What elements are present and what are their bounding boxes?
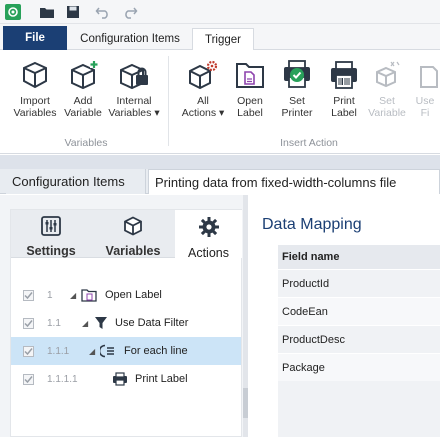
panel-tab-settings[interactable]: Settings xyxy=(11,210,91,258)
doc-tab-configuration-items[interactable]: Configuration Items xyxy=(6,169,146,194)
loop-lines-icon xyxy=(100,343,116,359)
field-row[interactable]: ProductDesc xyxy=(278,325,440,353)
row-number: 1.1.1 xyxy=(47,345,70,357)
printer-icon xyxy=(112,371,128,387)
set-variable-button[interactable]: Set Variable xyxy=(366,58,408,128)
all-actions-icon xyxy=(186,58,220,92)
row-enabled-checkbox[interactable] xyxy=(23,373,34,385)
open-label-label: Open Label xyxy=(237,95,263,119)
field-row[interactable]: Package xyxy=(278,353,440,381)
set-printer-icon xyxy=(280,58,314,92)
ribbon-tabs: File Configuration Items Trigger xyxy=(0,24,440,51)
panel-tab-settings-label: Settings xyxy=(26,244,76,258)
tab-configuration-items[interactable]: Configuration Items xyxy=(72,28,188,50)
use-file-icon xyxy=(410,58,440,92)
undo-icon[interactable] xyxy=(94,3,112,21)
redo-icon[interactable] xyxy=(121,3,139,21)
actions-panel-inner: Settings Variables Actions 1 ◢ Open Labe… xyxy=(10,209,242,437)
internal-variables-icon xyxy=(117,58,151,92)
ribbon: Import Variables Add Variable Internal V… xyxy=(0,50,440,154)
import-variables-icon xyxy=(18,58,52,92)
use-file-button[interactable]: Use Fi xyxy=(410,58,440,128)
tree-row-label: Print Label xyxy=(135,373,188,385)
actions-panel: Settings Variables Actions 1 ◢ Open Labe… xyxy=(0,195,248,437)
variables-group-label: Variables xyxy=(64,137,108,149)
add-variable-icon xyxy=(66,58,100,92)
row-number: 1.1 xyxy=(47,317,61,329)
save-icon[interactable] xyxy=(64,3,82,21)
use-file-label: Use Fi xyxy=(415,95,435,119)
expand-triangle-icon[interactable]: ◢ xyxy=(70,291,76,300)
variables-cube-icon xyxy=(123,216,143,241)
tree-row-use-data-filter[interactable]: 1.1 ◢ Use Data Filter xyxy=(11,309,241,337)
filter-funnel-icon xyxy=(93,315,109,331)
data-mapping-title: Data Mapping xyxy=(262,216,362,233)
tree-row-for-each-line[interactable]: 1.1.1 ◢ For each line xyxy=(11,337,241,365)
add-variable-label: Add Variable xyxy=(64,95,102,119)
open-label-button[interactable]: Open Label xyxy=(228,58,272,128)
field-grid: Field name ProductId CodeEan ProductDesc… xyxy=(278,245,440,437)
tab-file[interactable]: File xyxy=(3,26,67,50)
set-printer-button[interactable]: Set Printer xyxy=(274,58,320,128)
doc-tab-current[interactable]: Printing data from fixed-width-columns f… xyxy=(148,169,440,194)
import-variables-button[interactable]: Import Variables xyxy=(10,58,60,128)
internal-variables-label: Internal Variables ▾ xyxy=(108,95,160,119)
actions-gear-icon xyxy=(198,216,220,243)
open-folder-icon[interactable] xyxy=(38,3,56,21)
ribbon-separator xyxy=(168,56,169,146)
expand-triangle-icon[interactable]: ◢ xyxy=(89,347,95,356)
tree-row-label: Use Data Filter xyxy=(115,317,189,329)
add-variable-button[interactable]: Add Variable xyxy=(60,58,106,128)
ribbon-spacer xyxy=(0,155,440,169)
set-printer-label: Set Printer xyxy=(281,95,313,119)
row-enabled-checkbox[interactable] xyxy=(23,345,34,357)
tree-row-label: For each line xyxy=(124,345,188,357)
internal-variables-button[interactable]: Internal Variables ▾ xyxy=(106,58,162,128)
import-variables-label: Import Variables xyxy=(13,95,57,119)
column-header-field-name[interactable]: Field name xyxy=(278,245,440,269)
tree-row-print-label[interactable]: 1.1.1.1 Print Label xyxy=(11,365,241,393)
panel-tab-variables-label: Variables xyxy=(105,244,161,258)
row-enabled-checkbox[interactable] xyxy=(23,317,34,329)
tree-row-open-label[interactable]: 1 ◢ Open Label xyxy=(11,281,241,309)
all-actions-label: All Actions ▾ xyxy=(181,95,225,119)
panel-tab-actions-label: Actions xyxy=(188,246,229,260)
field-row[interactable]: CodeEan xyxy=(278,297,440,325)
document-tabs: Configuration Items Printing data from f… xyxy=(0,169,440,194)
set-variable-label: Set Variable xyxy=(368,95,406,119)
panel-tab-variables[interactable]: Variables xyxy=(91,210,175,258)
open-label-icon xyxy=(233,58,267,92)
tree-row-label: Open Label xyxy=(105,289,162,301)
print-label-icon xyxy=(327,58,361,92)
print-label-label: Print Label xyxy=(331,95,357,119)
insert-action-group-label: Insert Action xyxy=(280,137,338,149)
row-number: 1.1.1.1 xyxy=(47,373,78,385)
row-enabled-checkbox[interactable] xyxy=(23,289,34,301)
all-actions-button[interactable]: All Actions ▾ xyxy=(178,58,228,128)
data-mapping-panel: Data Mapping Field name ProductId CodeEa… xyxy=(248,195,440,437)
quick-access-toolbar xyxy=(0,0,440,24)
settings-sliders-icon xyxy=(41,216,61,241)
field-row[interactable]: ProductId xyxy=(278,269,440,297)
panel-tab-actions[interactable]: Actions xyxy=(175,210,242,260)
print-label-button[interactable]: Print Label xyxy=(322,58,366,128)
open-label-folder-icon xyxy=(81,287,97,303)
set-variable-icon xyxy=(370,58,404,92)
row-number: 1 xyxy=(47,289,53,301)
expand-triangle-icon[interactable]: ◢ xyxy=(82,319,88,328)
tab-trigger[interactable]: Trigger xyxy=(192,28,254,51)
app-logo-icon[interactable] xyxy=(5,4,21,20)
